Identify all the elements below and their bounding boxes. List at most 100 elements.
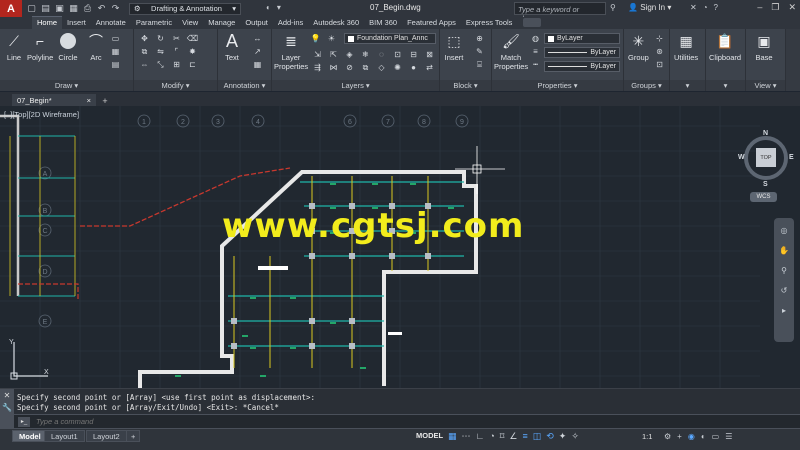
- tab-autodesk-360[interactable]: Autodesk 360: [308, 17, 364, 29]
- line-button[interactable]: ⟋ Line: [4, 31, 24, 63]
- trim-icon[interactable]: ✂: [171, 33, 182, 44]
- tab-featured-apps[interactable]: Featured Apps: [402, 17, 461, 29]
- group-select-icon[interactable]: ⊡: [654, 59, 665, 70]
- layer-previous-icon[interactable]: ⇱: [328, 49, 339, 60]
- layer-walk-icon[interactable]: ⇶: [312, 62, 323, 73]
- insert-button[interactable]: ⬚ Insert: [444, 31, 464, 63]
- tab-bim-360[interactable]: BIM 360: [364, 17, 402, 29]
- color-wheel-icon[interactable]: ◍: [530, 33, 541, 44]
- explode-icon[interactable]: ✸: [187, 46, 198, 57]
- table-icon[interactable]: ▦: [252, 59, 263, 70]
- lineweight-dropdown[interactable]: ByLayer: [544, 47, 620, 58]
- sign-in-button[interactable]: 👤 Sign In ▾: [628, 3, 671, 12]
- color-dropdown[interactable]: ByLayer: [544, 33, 620, 44]
- compass-east[interactable]: E: [789, 154, 794, 161]
- tab-insert[interactable]: Insert: [62, 17, 91, 29]
- showmotion-icon[interactable]: ▸: [779, 306, 789, 316]
- layer-properties-button[interactable]: ≣ Layer Properties: [274, 31, 308, 72]
- array-icon[interactable]: ⊞: [171, 59, 182, 70]
- undo-icon[interactable]: ↶: [96, 3, 107, 14]
- annotation-panel-title[interactable]: Annotation ▾: [218, 80, 271, 91]
- save-icon[interactable]: ▣: [54, 3, 65, 14]
- steering-wheel-icon[interactable]: ◎: [779, 226, 789, 236]
- linetype-icon[interactable]: ┅: [530, 59, 541, 70]
- grid-icon[interactable]: ▦: [448, 431, 457, 442]
- selection-cycling-icon[interactable]: ⟲: [546, 431, 554, 442]
- wrench-icon[interactable]: 🔧: [2, 403, 12, 412]
- utilities-panel-title[interactable]: ▾: [670, 80, 705, 91]
- current-layer-dropdown[interactable]: Foundation Plan_Annc: [344, 33, 436, 44]
- linetype-dropdown[interactable]: ByLayer: [544, 61, 620, 72]
- layout-tab-layout1[interactable]: Layout1: [44, 430, 85, 442]
- layers-panel-title[interactable]: Layers ▾: [272, 80, 439, 91]
- block-panel-title[interactable]: Block ▾: [440, 80, 491, 91]
- drawing-canvas[interactable]: 1 2 3 4 6 7 8 9 A B C D E [–][Top][2D Wi…: [0, 106, 800, 388]
- tab-express-tools[interactable]: Express Tools: [461, 17, 518, 29]
- layer-match-icon[interactable]: ⇲: [312, 49, 323, 60]
- file-tab-07-begin[interactable]: 07_Begin* ×: [12, 94, 96, 106]
- save-as-icon[interactable]: ▦: [68, 3, 79, 14]
- clipboard-button[interactable]: 📋 Clipboard: [709, 31, 741, 63]
- help-icon[interactable]: ?: [714, 3, 718, 12]
- viewcube-top-face[interactable]: TOP: [756, 148, 776, 167]
- ribbon-overflow[interactable]: [786, 29, 800, 91]
- isolate-objects-icon[interactable]: ◐: [701, 432, 706, 441]
- orbit-icon[interactable]: ↺: [779, 286, 789, 296]
- zoom-icon[interactable]: ⚲: [779, 266, 789, 276]
- add-layout-button[interactable]: +: [126, 430, 141, 442]
- rectangle-icon[interactable]: ▭: [110, 33, 121, 44]
- tab-parametric[interactable]: Parametric: [131, 17, 177, 29]
- compass-west[interactable]: W: [738, 154, 745, 161]
- annotation-scale[interactable]: 1:1: [642, 432, 652, 441]
- fillet-icon[interactable]: ⌜: [171, 46, 182, 57]
- copy-icon[interactable]: ⧉: [139, 46, 150, 57]
- arc-button[interactable]: ⌒ Arc: [86, 31, 106, 62]
- layer-copy-icon[interactable]: ⧉: [360, 62, 371, 73]
- lightbulb-icon[interactable]: 💡: [310, 33, 321, 44]
- command-input[interactable]: [36, 417, 436, 426]
- dimension-icon[interactable]: ↔: [252, 33, 263, 44]
- model-space-button[interactable]: MODEL: [416, 431, 443, 440]
- leader-icon[interactable]: ↗: [252, 46, 263, 57]
- workspace-dropdown[interactable]: ⚙ Drafting & Annotation ▾: [129, 2, 241, 15]
- hardware-acceleration-icon[interactable]: ◉: [688, 432, 695, 441]
- layer-on-icon[interactable]: ●: [408, 62, 419, 73]
- modify-panel-title[interactable]: Modify ▾: [134, 80, 217, 91]
- otrack-icon[interactable]: ∠: [509, 431, 517, 442]
- compass-north[interactable]: N: [763, 130, 768, 137]
- tab-add-ins[interactable]: Add-ins: [273, 17, 308, 29]
- layer-delete-icon[interactable]: ⊘: [344, 62, 355, 73]
- hatch-icon[interactable]: ▦: [110, 46, 121, 57]
- scale-icon[interactable]: ⤡: [155, 59, 166, 70]
- exchange-icon[interactable]: ✕: [690, 3, 697, 12]
- command-prompt-icon[interactable]: ▸_: [18, 416, 30, 427]
- tab-home[interactable]: Home: [32, 16, 63, 29]
- tab-manage[interactable]: Manage: [203, 17, 240, 29]
- rotate-icon[interactable]: ↻: [155, 33, 166, 44]
- erase-icon[interactable]: ⌫: [187, 33, 198, 44]
- circle-button[interactable]: Circle: [58, 31, 78, 62]
- layer-current-icon[interactable]: ⊠: [424, 49, 435, 60]
- viewcube[interactable]: TOP N S E W: [738, 130, 796, 190]
- clipboard-panel-title[interactable]: ▾: [706, 80, 745, 91]
- binoculars-icon[interactable]: ⚲: [610, 3, 616, 12]
- pan-icon[interactable]: ✋: [779, 246, 789, 256]
- edit-block-icon[interactable]: ✎: [474, 46, 485, 57]
- tab-output[interactable]: Output: [240, 17, 273, 29]
- print-icon[interactable]: ⎙: [82, 3, 93, 14]
- layer-lock-icon[interactable]: ⊡: [392, 49, 403, 60]
- layer-merge-icon[interactable]: ⋈: [328, 62, 339, 73]
- properties-panel-title[interactable]: Properties ▾: [492, 80, 623, 91]
- wcs-menu[interactable]: WCS: [750, 192, 777, 202]
- open-icon[interactable]: ▤: [40, 3, 51, 14]
- offset-icon[interactable]: ⊏: [187, 59, 198, 70]
- viewport-controls[interactable]: [–][Top][2D Wireframe]: [4, 110, 79, 119]
- clean-screen-icon[interactable]: ▭: [712, 432, 720, 441]
- layer-change-icon[interactable]: ⇄: [424, 62, 435, 73]
- utilities-button[interactable]: ▦ Utilities: [674, 31, 698, 63]
- new-tab-button[interactable]: +: [99, 96, 111, 106]
- close-icon[interactable]: ×: [87, 96, 91, 105]
- tab-view[interactable]: View: [177, 17, 203, 29]
- draw-panel-title[interactable]: Draw ▾: [0, 80, 133, 91]
- base-button[interactable]: ▣ Base: [754, 31, 774, 63]
